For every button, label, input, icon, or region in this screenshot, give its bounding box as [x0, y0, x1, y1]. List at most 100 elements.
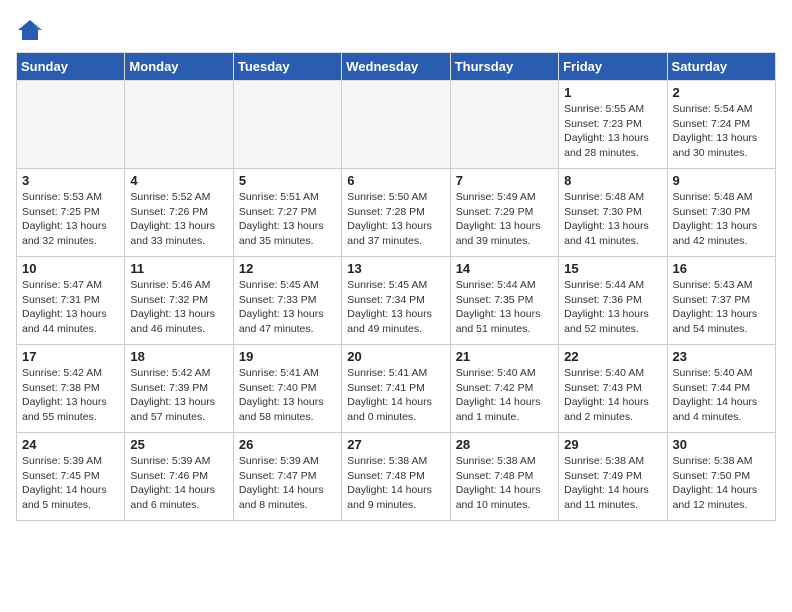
calendar-cell: 24 Sunrise: 5:39 AM Sunset: 7:45 PM Dayli… — [17, 433, 125, 521]
day-number: 19 — [239, 349, 336, 364]
calendar-cell: 1Sunrise: 5:55 AM Sunset: 7:23 PM Daylig… — [559, 81, 667, 169]
calendar-table: SundayMondayTuesdayWednesdayThursdayFrid… — [16, 52, 776, 521]
day-detail: Sunrise: 5:53 AM Sunset: 7:25 PM Dayligh… — [22, 190, 119, 249]
calendar-cell: 17 Sunrise: 5:42 AM Sunset: 7:38 PM Dayli… — [17, 345, 125, 433]
day-detail: Sunrise: 5:41 AM Sunset: 7:41 PM Dayligh… — [347, 366, 444, 425]
calendar-cell — [233, 81, 341, 169]
day-detail: Sunrise: 5:40 AM Sunset: 7:42 PM Dayligh… — [456, 366, 553, 425]
day-detail: Sunrise: 5:40 AM Sunset: 7:44 PM Dayligh… — [673, 366, 770, 425]
logo — [16, 16, 48, 44]
calendar-cell: 28Sunrise: 5:38 AM Sunset: 7:48 PM Dayli… — [450, 433, 558, 521]
calendar-cell: 9 Sunrise: 5:48 AM Sunset: 7:30 PM Daylig… — [667, 169, 775, 257]
calendar-cell: 6 Sunrise: 5:50 AM Sunset: 7:28 PM Daylig… — [342, 169, 450, 257]
day-detail: Sunrise: 5:38 AM Sunset: 7:50 PM Dayligh… — [673, 454, 770, 513]
calendar-cell: 18 Sunrise: 5:42 AM Sunset: 7:39 PM Dayli… — [125, 345, 233, 433]
page-header — [16, 16, 776, 44]
week-row-4: 17 Sunrise: 5:42 AM Sunset: 7:38 PM Dayli… — [17, 345, 776, 433]
day-detail: Sunrise: 5:48 AM Sunset: 7:30 PM Dayligh… — [564, 190, 661, 249]
day-detail: Sunrise: 5:52 AM Sunset: 7:26 PM Dayligh… — [130, 190, 227, 249]
calendar-cell: 30 Sunrise: 5:38 AM Sunset: 7:50 PM Dayli… — [667, 433, 775, 521]
day-number: 3 — [22, 173, 119, 188]
calendar-cell: 20Sunrise: 5:41 AM Sunset: 7:41 PM Dayli… — [342, 345, 450, 433]
day-header-wednesday: Wednesday — [342, 53, 450, 81]
calendar-cell: 26 Sunrise: 5:39 AM Sunset: 7:47 PM Dayli… — [233, 433, 341, 521]
day-number: 8 — [564, 173, 661, 188]
day-number: 15 — [564, 261, 661, 276]
day-detail: Sunrise: 5:42 AM Sunset: 7:39 PM Dayligh… — [130, 366, 227, 425]
day-detail: Sunrise: 5:39 AM Sunset: 7:45 PM Dayligh… — [22, 454, 119, 513]
day-detail: Sunrise: 5:54 AM Sunset: 7:24 PM Dayligh… — [673, 102, 770, 161]
day-detail: Sunrise: 5:55 AM Sunset: 7:23 PM Dayligh… — [564, 102, 661, 161]
calendar-cell: 29 Sunrise: 5:38 AM Sunset: 7:49 PM Dayli… — [559, 433, 667, 521]
calendar-cell — [450, 81, 558, 169]
day-detail: Sunrise: 5:45 AM Sunset: 7:33 PM Dayligh… — [239, 278, 336, 337]
week-row-2: 3 Sunrise: 5:53 AM Sunset: 7:25 PM Daylig… — [17, 169, 776, 257]
day-number: 10 — [22, 261, 119, 276]
day-detail: Sunrise: 5:39 AM Sunset: 7:47 PM Dayligh… — [239, 454, 336, 513]
day-detail: Sunrise: 5:39 AM Sunset: 7:46 PM Dayligh… — [130, 454, 227, 513]
day-header-sunday: Sunday — [17, 53, 125, 81]
calendar-cell — [342, 81, 450, 169]
day-number: 7 — [456, 173, 553, 188]
calendar-cell: 25 Sunrise: 5:39 AM Sunset: 7:46 PM Dayli… — [125, 433, 233, 521]
calendar-cell: 5Sunrise: 5:51 AM Sunset: 7:27 PM Daylig… — [233, 169, 341, 257]
calendar-cell: 2Sunrise: 5:54 AM Sunset: 7:24 PM Daylig… — [667, 81, 775, 169]
calendar-cell: 11 Sunrise: 5:46 AM Sunset: 7:32 PM Dayli… — [125, 257, 233, 345]
calendar-cell: 23 Sunrise: 5:40 AM Sunset: 7:44 PM Dayli… — [667, 345, 775, 433]
day-number: 13 — [347, 261, 444, 276]
day-detail: Sunrise: 5:38 AM Sunset: 7:48 PM Dayligh… — [347, 454, 444, 513]
logo-icon — [16, 16, 44, 44]
day-number: 29 — [564, 437, 661, 452]
day-detail: Sunrise: 5:38 AM Sunset: 7:48 PM Dayligh… — [456, 454, 553, 513]
day-number: 30 — [673, 437, 770, 452]
calendar-header-row: SundayMondayTuesdayWednesdayThursdayFrid… — [17, 53, 776, 81]
calendar-cell: 19 Sunrise: 5:41 AM Sunset: 7:40 PM Dayli… — [233, 345, 341, 433]
week-row-1: 1Sunrise: 5:55 AM Sunset: 7:23 PM Daylig… — [17, 81, 776, 169]
day-number: 22 — [564, 349, 661, 364]
calendar-cell: 27Sunrise: 5:38 AM Sunset: 7:48 PM Dayli… — [342, 433, 450, 521]
day-number: 25 — [130, 437, 227, 452]
day-detail: Sunrise: 5:44 AM Sunset: 7:36 PM Dayligh… — [564, 278, 661, 337]
day-number: 9 — [673, 173, 770, 188]
calendar-cell: 22 Sunrise: 5:40 AM Sunset: 7:43 PM Dayli… — [559, 345, 667, 433]
day-detail: Sunrise: 5:50 AM Sunset: 7:28 PM Dayligh… — [347, 190, 444, 249]
day-number: 26 — [239, 437, 336, 452]
day-detail: Sunrise: 5:43 AM Sunset: 7:37 PM Dayligh… — [673, 278, 770, 337]
calendar-cell: 3 Sunrise: 5:53 AM Sunset: 7:25 PM Daylig… — [17, 169, 125, 257]
day-detail: Sunrise: 5:42 AM Sunset: 7:38 PM Dayligh… — [22, 366, 119, 425]
day-detail: Sunrise: 5:46 AM Sunset: 7:32 PM Dayligh… — [130, 278, 227, 337]
calendar-cell — [17, 81, 125, 169]
day-detail: Sunrise: 5:38 AM Sunset: 7:49 PM Dayligh… — [564, 454, 661, 513]
calendar-cell: 4 Sunrise: 5:52 AM Sunset: 7:26 PM Daylig… — [125, 169, 233, 257]
day-number: 17 — [22, 349, 119, 364]
calendar-cell: 12 Sunrise: 5:45 AM Sunset: 7:33 PM Dayli… — [233, 257, 341, 345]
calendar-cell: 15 Sunrise: 5:44 AM Sunset: 7:36 PM Dayli… — [559, 257, 667, 345]
calendar-cell: 13 Sunrise: 5:45 AM Sunset: 7:34 PM Dayli… — [342, 257, 450, 345]
calendar-cell — [125, 81, 233, 169]
day-detail: Sunrise: 5:48 AM Sunset: 7:30 PM Dayligh… — [673, 190, 770, 249]
week-row-3: 10Sunrise: 5:47 AM Sunset: 7:31 PM Dayli… — [17, 257, 776, 345]
day-number: 23 — [673, 349, 770, 364]
day-header-monday: Monday — [125, 53, 233, 81]
day-detail: Sunrise: 5:44 AM Sunset: 7:35 PM Dayligh… — [456, 278, 553, 337]
day-number: 18 — [130, 349, 227, 364]
day-number: 6 — [347, 173, 444, 188]
calendar-cell: 16 Sunrise: 5:43 AM Sunset: 7:37 PM Dayli… — [667, 257, 775, 345]
day-number: 16 — [673, 261, 770, 276]
calendar-cell: 7Sunrise: 5:49 AM Sunset: 7:29 PM Daylig… — [450, 169, 558, 257]
day-detail: Sunrise: 5:40 AM Sunset: 7:43 PM Dayligh… — [564, 366, 661, 425]
week-row-5: 24 Sunrise: 5:39 AM Sunset: 7:45 PM Dayli… — [17, 433, 776, 521]
day-detail: Sunrise: 5:41 AM Sunset: 7:40 PM Dayligh… — [239, 366, 336, 425]
calendar-cell: 21Sunrise: 5:40 AM Sunset: 7:42 PM Dayli… — [450, 345, 558, 433]
day-number: 11 — [130, 261, 227, 276]
day-header-tuesday: Tuesday — [233, 53, 341, 81]
day-number: 24 — [22, 437, 119, 452]
calendar-cell: 8 Sunrise: 5:48 AM Sunset: 7:30 PM Daylig… — [559, 169, 667, 257]
calendar-cell: 14Sunrise: 5:44 AM Sunset: 7:35 PM Dayli… — [450, 257, 558, 345]
day-number: 4 — [130, 173, 227, 188]
day-detail: Sunrise: 5:45 AM Sunset: 7:34 PM Dayligh… — [347, 278, 444, 337]
day-header-saturday: Saturday — [667, 53, 775, 81]
day-number: 12 — [239, 261, 336, 276]
day-detail: Sunrise: 5:51 AM Sunset: 7:27 PM Dayligh… — [239, 190, 336, 249]
calendar-cell: 10Sunrise: 5:47 AM Sunset: 7:31 PM Dayli… — [17, 257, 125, 345]
